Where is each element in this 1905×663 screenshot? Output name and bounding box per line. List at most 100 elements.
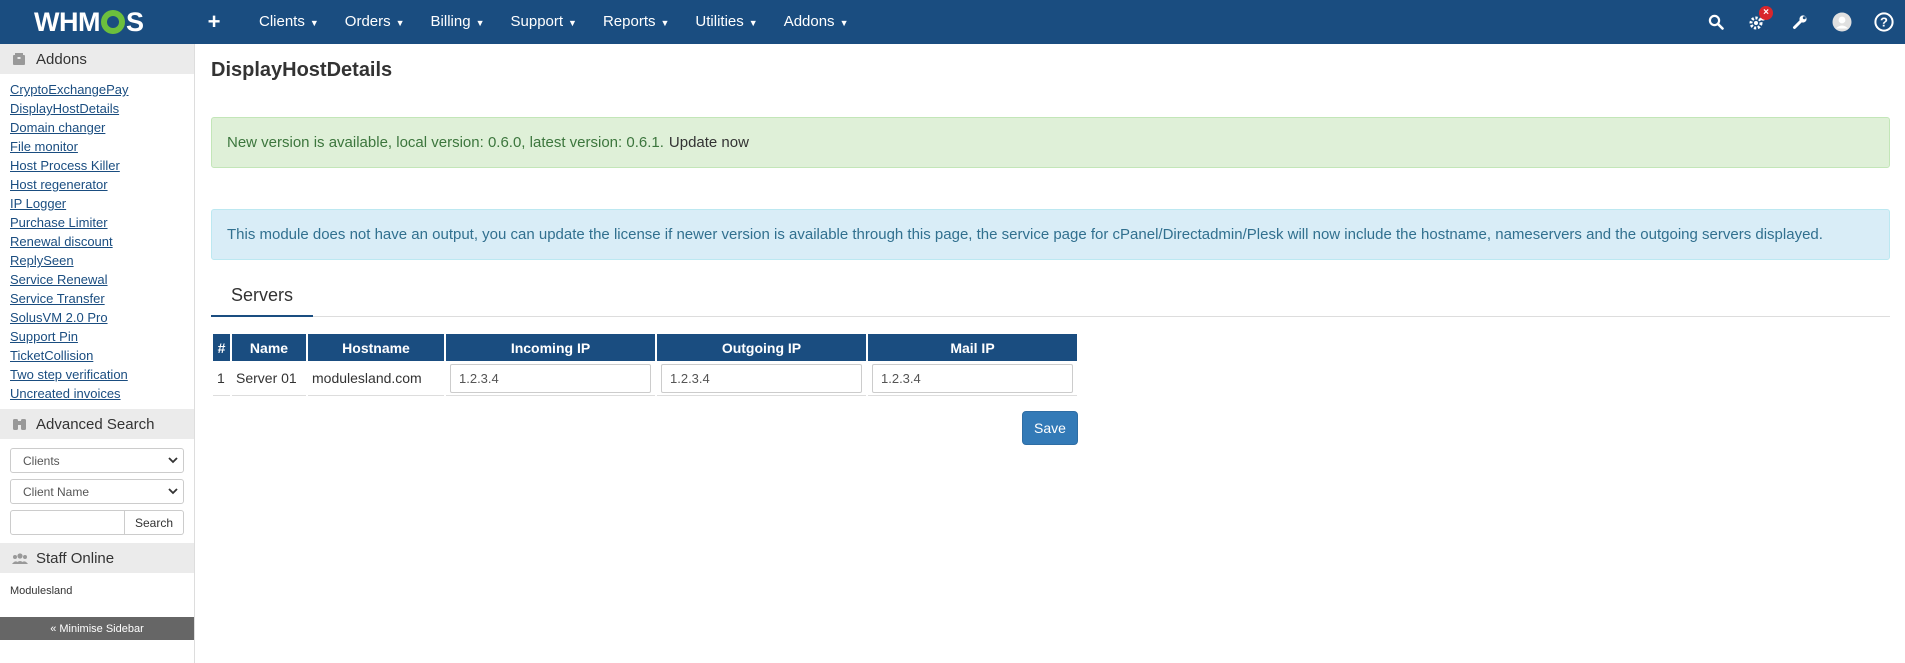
search-field-select[interactable]: Client Name — [10, 479, 184, 504]
list-item: IP Logger — [10, 194, 194, 213]
list-item: TicketCollision — [10, 346, 194, 365]
servers-table: # Name Hostname Incoming IP Outgoing IP … — [211, 334, 1079, 396]
main-content: DisplayHostDetails New version is availa… — [211, 44, 1891, 445]
users-icon — [12, 550, 28, 566]
incoming-ip-input[interactable]: 1.2.3.4 — [450, 363, 651, 393]
list-item: Support Pin — [10, 327, 194, 346]
list-item: SolusVM 2.0 Pro — [10, 308, 194, 327]
caret-down-icon: ▼ — [475, 17, 485, 28]
list-item: Host regenerator — [10, 175, 194, 194]
caret-down-icon: ▼ — [309, 17, 319, 28]
error-badge: × — [1759, 6, 1773, 20]
mail-ip-input[interactable]: 1.2.3.4 — [872, 363, 1073, 393]
chevron-down-icon — [168, 457, 178, 464]
row-outgoing-cell: 1.2.3.4 — [657, 361, 866, 396]
list-item: Purchase Limiter — [10, 213, 194, 232]
addon-link[interactable]: CryptoExchangePay — [10, 82, 129, 97]
addon-link[interactable]: Two step verification — [10, 367, 128, 382]
nav-addons[interactable]: Addons ▼ — [771, 0, 862, 45]
caret-down-icon: ▼ — [839, 17, 849, 28]
automation-gears-icon[interactable]: × — [1737, 0, 1779, 44]
chevron-down-icon — [168, 488, 178, 495]
addon-link[interactable]: ReplySeen — [10, 253, 74, 268]
update-now-link[interactable]: Update now — [669, 134, 749, 151]
nav-addons-label: Addons — [783, 12, 835, 30]
nav-reports[interactable]: Reports ▼ — [590, 0, 682, 45]
update-alert: New version is available, local version:… — [211, 117, 1890, 168]
search-button[interactable]: Search — [125, 510, 184, 535]
col-hostname: Hostname — [308, 334, 444, 361]
list-item: Uncreated invoices — [10, 384, 194, 403]
nav-billing-label: Billing — [430, 12, 471, 30]
list-item: Renewal discount — [10, 232, 194, 251]
addon-link[interactable]: Renewal discount — [10, 234, 113, 249]
top-right-icons: × ? — [1695, 0, 1905, 44]
advanced-search-form: Clients Client Name Search — [0, 439, 194, 543]
addon-link[interactable]: Purchase Limiter — [10, 215, 108, 230]
row-mail-cell: 1.2.3.4 — [868, 361, 1077, 396]
list-item: Service Transfer — [10, 289, 194, 308]
addon-link[interactable]: DisplayHostDetails — [10, 101, 119, 116]
list-item: Service Renewal — [10, 270, 194, 289]
caret-down-icon: ▼ — [660, 17, 670, 28]
wrench-icon[interactable] — [1779, 0, 1821, 44]
advanced-search-header: Advanced Search — [0, 409, 194, 439]
addon-link[interactable]: SolusVM 2.0 Pro — [10, 310, 108, 325]
addon-link[interactable]: Domain changer — [10, 120, 105, 135]
nav-orders[interactable]: Orders ▼ — [332, 0, 418, 45]
addon-link[interactable]: IP Logger — [10, 196, 66, 211]
list-item: DisplayHostDetails — [10, 99, 194, 118]
tab-servers[interactable]: Servers — [211, 276, 313, 317]
nav-support-label: Support — [510, 12, 564, 30]
help-icon[interactable]: ? — [1863, 0, 1905, 44]
whmcs-logo[interactable]: WHM S — [34, 0, 162, 44]
main-nav: Clients ▼ Orders ▼ Billing ▼ Support ▼ Repor… — [246, 0, 861, 45]
addon-link[interactable]: Host regenerator — [10, 177, 108, 192]
addons-list: CryptoExchangePay DisplayHostDetails Dom… — [0, 74, 194, 409]
nav-utilities[interactable]: Utilities ▼ — [682, 0, 770, 45]
user-avatar-icon[interactable] — [1821, 0, 1863, 44]
search-icon[interactable] — [1695, 0, 1737, 44]
row-name: Server 01 — [232, 361, 306, 396]
addon-link[interactable]: Host Process Killer — [10, 158, 120, 173]
binoculars-icon — [12, 416, 28, 432]
table-row: 1 Server 01 modulesland.com 1.2.3.4 1.2.… — [213, 361, 1077, 396]
top-navbar: WHM S + Clients ▼ Orders ▼ Billing ▼ Support… — [0, 0, 1905, 44]
list-item: CryptoExchangePay — [10, 80, 194, 99]
page-title: DisplayHostDetails — [211, 59, 393, 81]
addon-link[interactable]: TicketCollision — [10, 348, 93, 363]
nav-clients-label: Clients — [259, 12, 305, 30]
search-type-value: Clients — [23, 453, 60, 468]
list-item: Host Process Killer — [10, 156, 194, 175]
gear-logo-icon — [100, 10, 125, 34]
nav-utilities-label: Utilities — [695, 12, 744, 30]
nav-billing[interactable]: Billing ▼ — [418, 0, 498, 45]
row-incoming-cell: 1.2.3.4 — [446, 361, 655, 396]
col-mail-ip: Mail IP — [868, 334, 1077, 361]
list-item: Domain changer — [10, 118, 194, 137]
caret-down-icon: ▼ — [748, 17, 758, 28]
addon-link[interactable]: Support Pin — [10, 329, 78, 344]
search-field-value: Client Name — [23, 484, 90, 499]
search-type-select[interactable]: Clients — [10, 448, 184, 473]
addon-link[interactable]: Service Transfer — [10, 291, 105, 306]
search-row: Search — [10, 510, 184, 535]
addon-link[interactable]: Uncreated invoices — [10, 386, 121, 401]
addons-panel-header: Addons — [0, 44, 194, 74]
nav-clients[interactable]: Clients ▼ — [246, 0, 332, 45]
info-alert: This module does not have an output, you… — [211, 209, 1890, 260]
row-hostname: modulesland.com — [308, 361, 444, 396]
addon-link[interactable]: File monitor — [10, 139, 78, 154]
addons-title: Addons — [36, 50, 87, 68]
caret-down-icon: ▼ — [568, 17, 577, 28]
outgoing-ip-input[interactable]: 1.2.3.4 — [661, 363, 862, 393]
add-new-button[interactable]: + — [204, 9, 224, 35]
cube-icon — [12, 51, 28, 67]
minimise-sidebar-button[interactable]: « Minimise Sidebar — [0, 617, 194, 640]
tab-bar: Servers — [211, 276, 1890, 317]
nav-support[interactable]: Support ▼ — [498, 0, 590, 45]
addon-link[interactable]: Service Renewal — [10, 272, 108, 287]
save-button[interactable]: Save — [1022, 411, 1078, 445]
list-item: ReplySeen — [10, 251, 194, 270]
search-input[interactable] — [10, 510, 125, 535]
